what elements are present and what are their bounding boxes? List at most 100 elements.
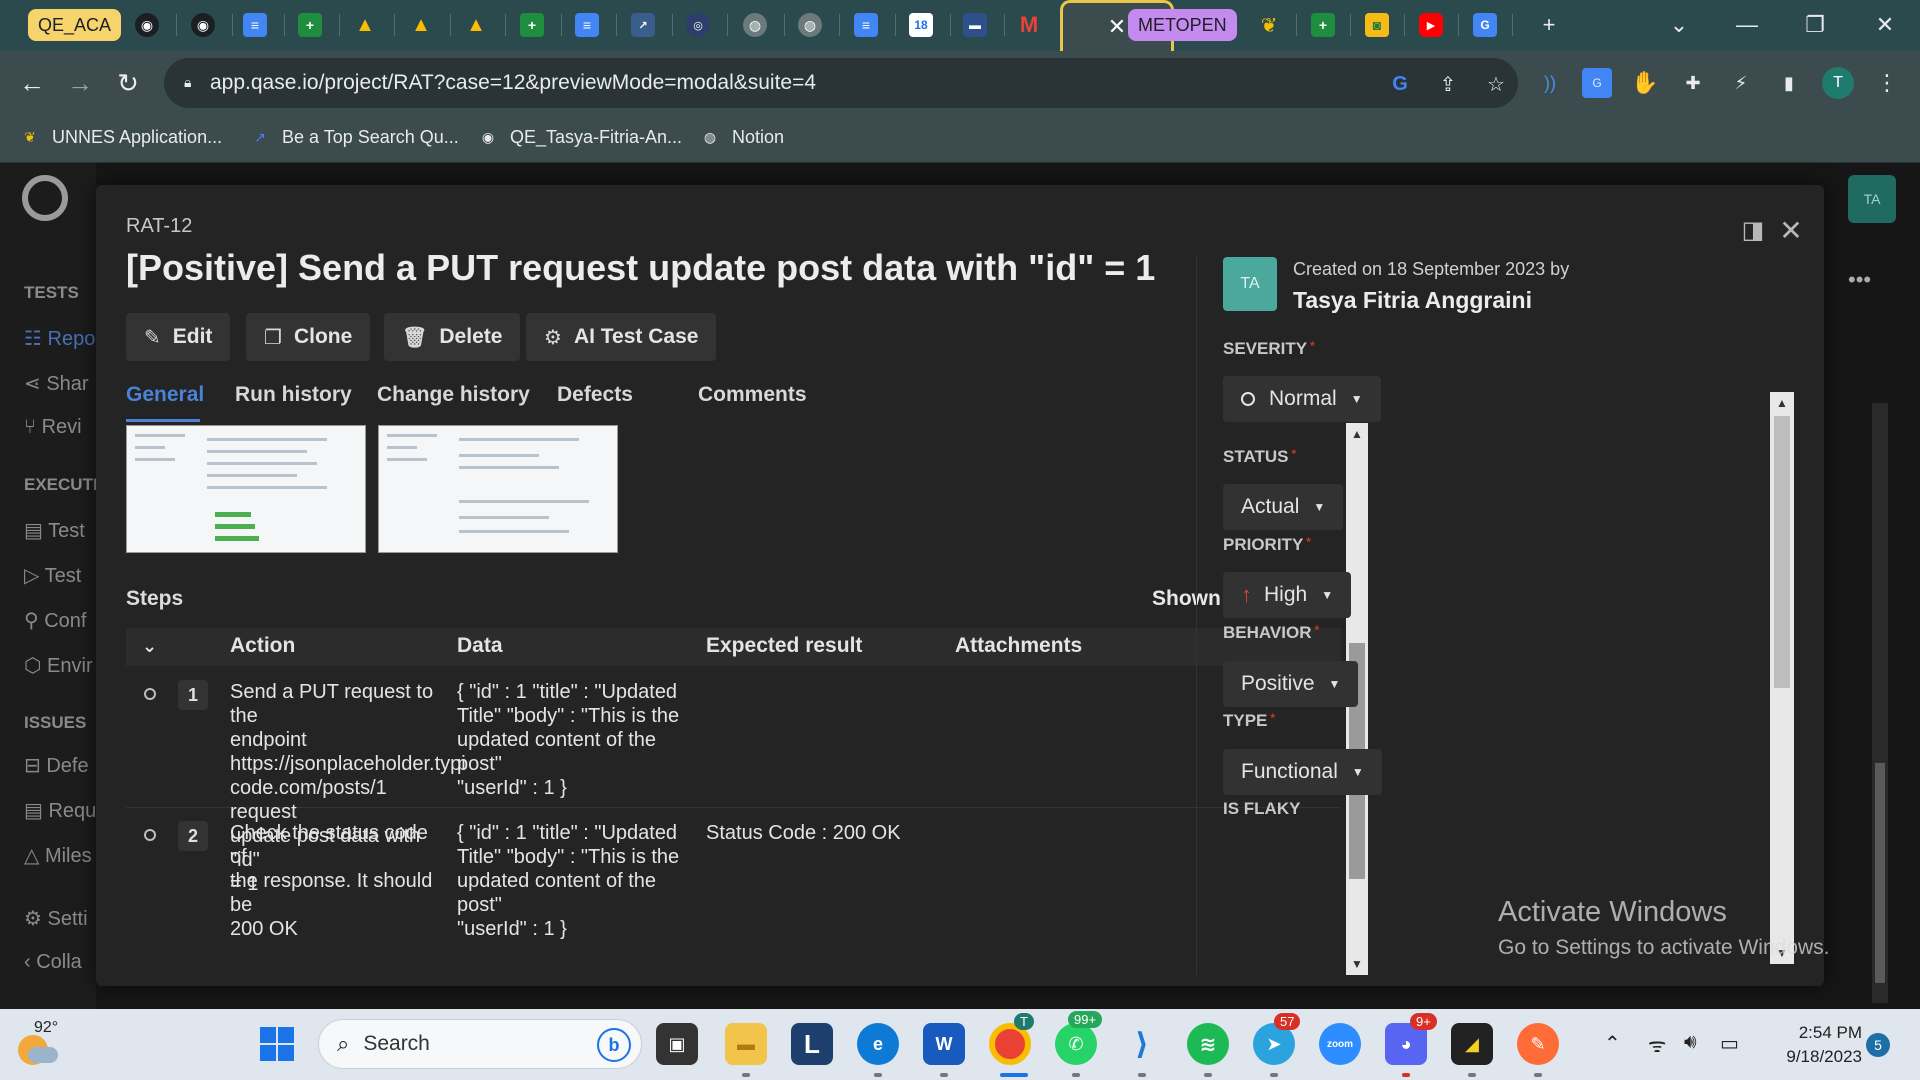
sidebar-item-repository[interactable]: ☷ Repo xyxy=(24,326,96,351)
zoom-icon[interactable]: zoom xyxy=(1319,1023,1361,1065)
tab-google-sheets-3[interactable]: + xyxy=(1306,8,1340,42)
close-modal-icon[interactable]: ✕ xyxy=(1776,215,1806,246)
show-hidden-icons[interactable]: ⌃ xyxy=(1604,1031,1621,1056)
tab-github-2[interactable]: ◉ xyxy=(186,8,220,42)
tab-change-history[interactable]: Change history xyxy=(377,383,530,407)
wifi-icon[interactable]: ᯤ xyxy=(1648,1031,1666,1058)
google-lens-icon[interactable]: G xyxy=(1386,70,1414,98)
close-icon[interactable]: ✕ xyxy=(1108,14,1126,40)
bookmark-notion[interactable]: ◍ Notion xyxy=(700,127,784,148)
bookmark-github-repo[interactable]: ◉ QE_Tasya-Fitria-An... xyxy=(478,127,682,148)
behavior-select[interactable]: Positive ▼ xyxy=(1223,661,1359,707)
attachment-thumbnail[interactable] xyxy=(378,425,618,553)
whatsapp-icon[interactable]: ✆ xyxy=(1055,1023,1097,1065)
tab-run-history[interactable]: Run history xyxy=(235,383,352,407)
lanschool-icon[interactable]: L xyxy=(791,1023,833,1065)
battery-icon[interactable]: ▭ xyxy=(1720,1031,1739,1056)
sidebar-item-review[interactable]: ⑂ Revi xyxy=(24,416,96,439)
tab-general[interactable]: General xyxy=(126,383,204,407)
edge-icon[interactable]: e xyxy=(857,1023,899,1065)
reload-button[interactable]: ↻ xyxy=(110,65,146,101)
start-button[interactable] xyxy=(260,1027,294,1061)
tab-google-sheets-1[interactable]: + xyxy=(293,8,327,42)
sidebar-item-test-runs[interactable]: ▤ Test xyxy=(24,518,96,543)
attachment-thumbnail[interactable] xyxy=(126,425,366,553)
performance-icon[interactable]: ⚡ xyxy=(1726,68,1756,98)
table-row[interactable]: 1 Send a PUT request to the endpoint htt… xyxy=(126,666,1341,895)
translate-extension-icon[interactable]: G xyxy=(1582,68,1612,98)
tab-google-docs-3[interactable]: ≡ xyxy=(849,8,883,42)
page-scrollbar[interactable] xyxy=(1872,403,1888,1003)
more-options-icon[interactable]: ••• xyxy=(1848,267,1888,292)
properties-scrollbar[interactable]: ▲ ▼ xyxy=(1770,392,1794,964)
address-bar[interactable]: 🔒︎ app.qase.io/project/RAT?case=12&previ… xyxy=(164,58,1518,108)
tab-google-drive-3[interactable]: ▲ xyxy=(459,8,493,42)
tab-github-1[interactable]: ◉ xyxy=(130,8,164,42)
tab-search-dropdown[interactable]: ⌄ xyxy=(1664,10,1694,40)
task-view-icon[interactable]: ▣ xyxy=(656,1023,698,1065)
side-panel-icon[interactable]: ▮ xyxy=(1774,68,1804,98)
tab-web-2[interactable]: ◍ xyxy=(793,8,827,42)
restore-button[interactable]: ❐ xyxy=(1800,10,1830,40)
side-panel-toggle-icon[interactable]: ◨ xyxy=(1738,215,1768,245)
taskbar-search[interactable]: ⌕ Search b xyxy=(318,1019,642,1069)
more-vert-icon[interactable]: ⋮ xyxy=(1872,68,1902,98)
tab-google-drive-1[interactable]: ▲ xyxy=(348,8,382,42)
status-select[interactable]: Actual ▼ xyxy=(1223,484,1344,530)
bookmark-star-icon[interactable]: ☆ xyxy=(1482,70,1510,98)
file-explorer-icon[interactable]: ▬ xyxy=(725,1023,767,1065)
bookmark-search-quality[interactable]: ↗ Be a Top Search Qu... xyxy=(250,127,459,148)
vscode-icon[interactable]: ⟩ xyxy=(1121,1023,1163,1065)
scroll-up-icon[interactable]: ▲ xyxy=(1770,392,1794,414)
postman-icon[interactable]: ✎ xyxy=(1517,1023,1559,1065)
tab-search-console[interactable]: ↗ xyxy=(626,8,660,42)
bing-icon[interactable]: b xyxy=(597,1028,631,1062)
minimize-button[interactable]: — xyxy=(1732,10,1762,40)
priority-select[interactable]: ↑ High ▼ xyxy=(1223,572,1352,618)
tab-comments[interactable]: Comments xyxy=(698,383,807,407)
collapse-all-icon[interactable]: ⌄ xyxy=(142,636,157,657)
sidebar-item-settings[interactable]: ⚙ Setti xyxy=(24,906,96,931)
tab-google-docs-1[interactable]: ≡ xyxy=(238,8,272,42)
close-window-button[interactable]: ✕ xyxy=(1870,10,1900,40)
sidebar-item-defects[interactable]: ⊟ Defe xyxy=(24,753,96,778)
tab-defects[interactable]: Defects xyxy=(557,383,633,407)
tab-google-sheets-2[interactable]: + xyxy=(515,8,549,42)
extension-wave-icon[interactable]: )) xyxy=(1535,68,1565,98)
share-icon[interactable]: ⇪ xyxy=(1434,70,1462,98)
tab-group-qe-aca[interactable]: QE_ACA xyxy=(28,9,122,41)
clock[interactable]: 2:54 PM 9/18/2023 xyxy=(1766,1021,1862,1069)
qase-logo[interactable] xyxy=(22,175,68,221)
word-icon[interactable]: W xyxy=(923,1023,965,1065)
step-circle-icon[interactable] xyxy=(144,829,156,841)
new-tab-button[interactable]: + xyxy=(1534,10,1564,40)
ai-test-case-button[interactable]: ⚙ AI Test Case xyxy=(526,313,717,361)
weather-widget[interactable]: 92° xyxy=(14,1019,74,1069)
clone-button[interactable]: ❐ Clone xyxy=(246,313,371,361)
notification-badge[interactable]: 5 xyxy=(1866,1033,1890,1057)
sidebar-collapse-button[interactable]: ‹ Colla xyxy=(24,951,96,974)
tab-youtube[interactable]: ▶ xyxy=(1414,8,1448,42)
tab-google-docs-2[interactable]: ≡ xyxy=(570,8,604,42)
edit-button[interactable]: ✎ Edit xyxy=(126,313,231,361)
delete-button[interactable]: 🗑︎ Delete xyxy=(384,313,521,361)
sidebar-item-environments[interactable]: ⬡ Envir xyxy=(24,653,96,678)
sidebar-item-configurations[interactable]: ⚲ Conf xyxy=(24,608,96,633)
type-select[interactable]: Functional ▼ xyxy=(1223,749,1382,795)
tab-group-metopen[interactable]: METOPEN xyxy=(1128,9,1237,41)
severity-select[interactable]: Normal ▼ xyxy=(1223,376,1381,422)
forward-button[interactable]: → xyxy=(62,65,98,101)
table-row[interactable]: 2 Check the status code of the response.… xyxy=(126,809,1341,949)
tab-google-translate[interactable]: G xyxy=(1468,8,1502,42)
tab-unnes[interactable]: ◎ xyxy=(681,8,715,42)
tab-google-classroom[interactable]: ◙ xyxy=(1360,8,1394,42)
adblock-icon[interactable]: ✋ xyxy=(1630,68,1660,98)
tab-google-calendar[interactable]: 18 xyxy=(904,8,938,42)
sidebar-item-test-plans[interactable]: ▷ Test xyxy=(24,563,96,588)
spotify-icon[interactable]: ≋ xyxy=(1187,1023,1229,1065)
back-button[interactable]: ← xyxy=(14,65,50,101)
tab-slides[interactable]: ▬ xyxy=(958,8,992,42)
sidebar-item-requirements[interactable]: ▤ Requ xyxy=(24,798,96,823)
volume-icon[interactable]: 🔊︎ xyxy=(1684,1031,1697,1054)
tab-unnes-2[interactable]: ❦ xyxy=(1252,8,1286,42)
